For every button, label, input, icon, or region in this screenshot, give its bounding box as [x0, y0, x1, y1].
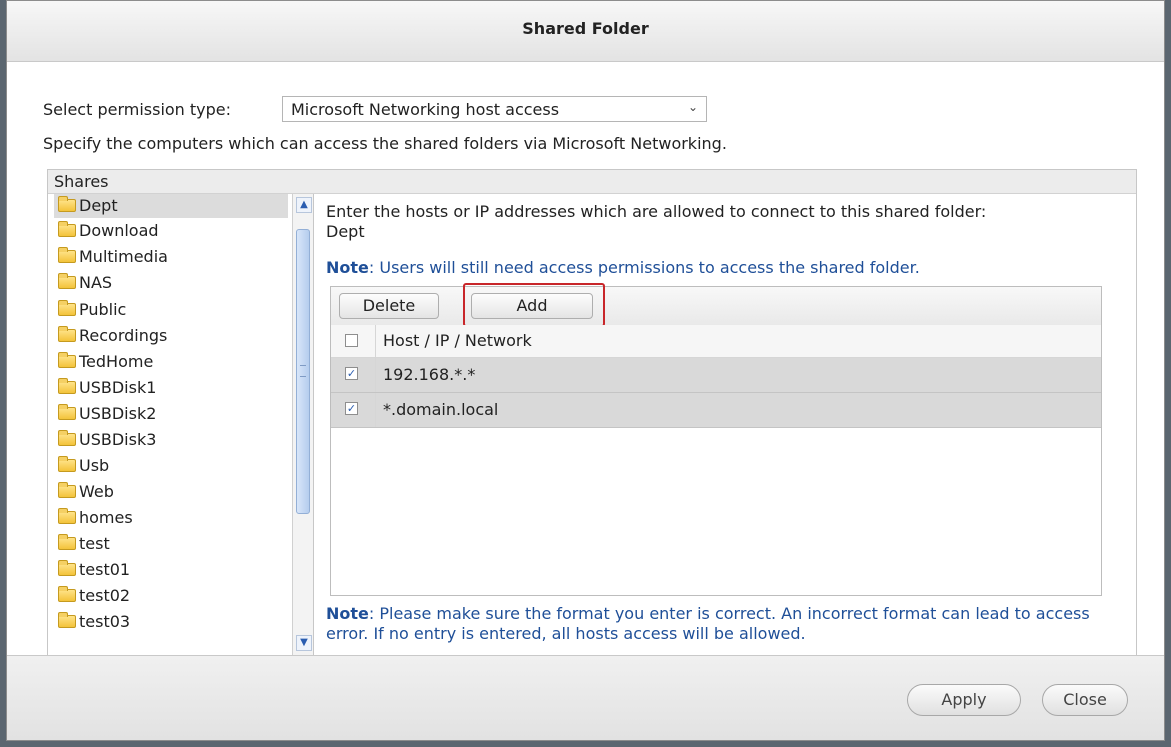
apply-button[interactable]: Apply — [907, 684, 1021, 716]
folder-icon — [58, 482, 76, 498]
tree-item-multimedia[interactable]: Multimedia — [58, 245, 278, 269]
tree-item-test01[interactable]: test01 — [58, 558, 278, 582]
folder-icon — [58, 326, 76, 342]
tree-item-web[interactable]: Web — [58, 480, 278, 504]
folder-icon — [58, 273, 76, 289]
table-row[interactable]: ✓ *.domain.local — [331, 393, 1101, 428]
folder-icon — [58, 430, 76, 446]
row-check-cell: ✓ — [331, 358, 376, 392]
access-pane: Enter the hosts or IP addresses which ar… — [326, 194, 1126, 662]
add-button-highlight — [463, 283, 605, 327]
grid-toolbar: Delete Add — [331, 283, 1101, 327]
format-note: Note: Please make sure the format you en… — [326, 604, 1126, 644]
tree-item-tedhome[interactable]: TedHome — [58, 350, 278, 374]
dialog-title: Shared Folder — [7, 1, 1164, 62]
dialog-footer: Apply Close — [7, 655, 1164, 740]
shared-folder-dialog: Shared Folder Select permission type: Mi… — [6, 0, 1165, 741]
folder-icon — [58, 612, 76, 628]
folder-icon — [58, 586, 76, 602]
note-label: Note — [326, 258, 369, 277]
tree-item-usbdisk2[interactable]: USBDisk2 — [58, 402, 278, 426]
instruction-text: Enter the hosts or IP addresses which ar… — [326, 202, 987, 221]
scroll-down-arrow-icon[interactable]: ▼ — [296, 635, 312, 651]
permission-type-value: Microsoft Networking host access — [291, 100, 560, 119]
permission-type-label: Select permission type: — [43, 100, 232, 119]
folder-icon — [58, 247, 76, 263]
folder-icon — [58, 300, 76, 316]
access-instruction: Enter the hosts or IP addresses which ar… — [326, 202, 1126, 242]
permission-type-select[interactable]: Microsoft Networking host access ⌄ — [282, 96, 707, 122]
table-row[interactable]: ✓ 192.168.*.* — [331, 358, 1101, 393]
tree-item-test02[interactable]: test02 — [58, 584, 278, 608]
tree-item-test03[interactable]: test03 — [58, 610, 278, 634]
host-grid: Delete Add Host / IP / Network ✓ 192.168… — [330, 283, 1102, 596]
note-text: : Please make sure the format you enter … — [326, 604, 1090, 643]
folder-icon — [58, 404, 76, 420]
shares-panel: Shares Dept Download Multimedia NAS Publ… — [47, 169, 1137, 663]
folder-icon — [58, 560, 76, 576]
tree-item-nas[interactable]: NAS — [58, 271, 278, 295]
column-header-host[interactable]: Host / IP / Network — [383, 325, 532, 357]
row-host-value: 192.168.*.* — [383, 365, 476, 384]
grid-header: Host / IP / Network — [331, 325, 1101, 358]
folder-icon — [58, 508, 76, 524]
delete-button[interactable]: Delete — [339, 293, 439, 319]
folder-icon — [58, 196, 76, 212]
tree-item-homes[interactable]: homes — [58, 506, 278, 530]
folder-icon — [58, 456, 76, 472]
tree-item-dept[interactable]: Dept — [54, 194, 288, 218]
tree-item-usb[interactable]: Usb — [58, 454, 278, 478]
note-text: : Users will still need access permissio… — [368, 258, 920, 277]
chevron-down-icon: ⌄ — [687, 100, 698, 114]
grip-icon — [300, 365, 306, 377]
shares-tree: Dept Download Multimedia NAS Public Reco… — [48, 194, 293, 662]
tree-item-public[interactable]: Public — [58, 298, 278, 322]
scrollbar-thumb[interactable] — [296, 229, 310, 514]
tree-item-download[interactable]: Download — [58, 219, 278, 243]
tree-item-test[interactable]: test — [58, 532, 278, 556]
folder-icon — [58, 221, 76, 237]
folder-icon — [58, 378, 76, 394]
shares-header: Shares — [48, 170, 1136, 194]
row-checkbox[interactable]: ✓ — [345, 367, 358, 380]
select-all-cell — [331, 325, 376, 357]
row-check-cell: ✓ — [331, 393, 376, 427]
row-host-value: *.domain.local — [383, 400, 499, 419]
select-all-checkbox[interactable] — [345, 334, 358, 347]
permission-note: Note: Users will still need access permi… — [326, 258, 920, 277]
row-checkbox[interactable]: ✓ — [345, 402, 358, 415]
folder-icon — [58, 352, 76, 368]
selected-folder-name: Dept — [326, 222, 365, 241]
folder-icon — [58, 534, 76, 550]
note-label: Note — [326, 604, 369, 623]
tree-item-usbdisk1[interactable]: USBDisk1 — [58, 376, 278, 400]
scroll-up-arrow-icon[interactable]: ▲ — [296, 197, 312, 213]
close-button[interactable]: Close — [1042, 684, 1128, 716]
tree-item-usbdisk3[interactable]: USBDisk3 — [58, 428, 278, 452]
tree-item-recordings[interactable]: Recordings — [58, 324, 278, 348]
tree-scrollbar[interactable]: ▲ ▼ — [292, 194, 314, 662]
permission-description: Specify the computers which can access t… — [43, 134, 727, 153]
